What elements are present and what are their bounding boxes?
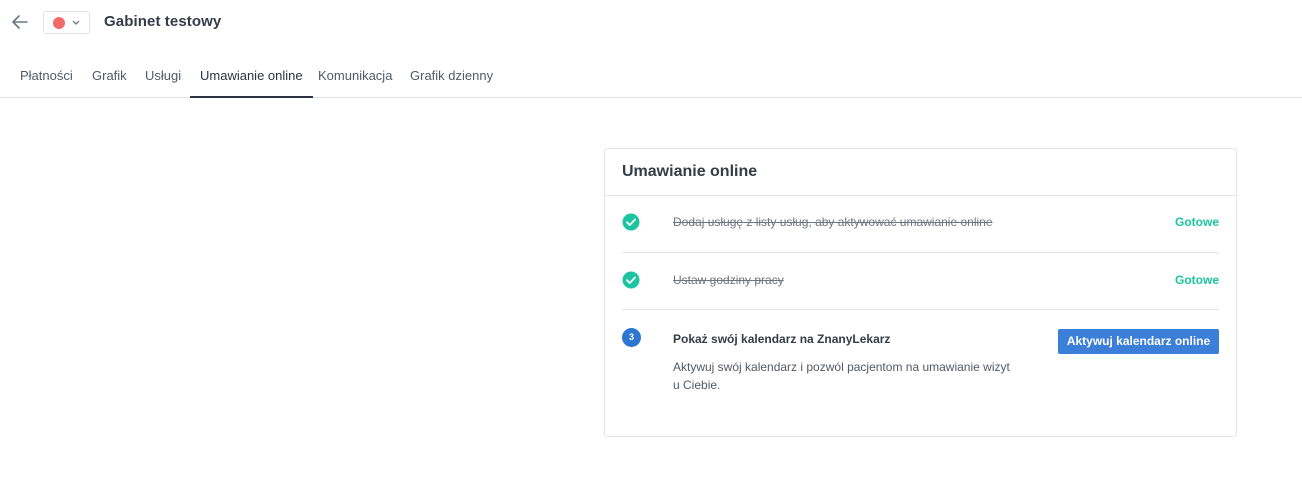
step-title: Pokaż swój kalendarz na ZnanyLekarz xyxy=(673,332,891,346)
check-circle-icon xyxy=(622,271,640,289)
page-header: Gabinet testowy xyxy=(0,0,1302,46)
tab-grafik[interactable]: Grafik xyxy=(92,58,127,97)
color-picker[interactable] xyxy=(43,11,90,34)
online-booking-card: Umawianie online Dodaj usługę z listy us… xyxy=(604,148,1237,437)
tab-umawianie-online[interactable]: Umawianie online xyxy=(190,58,313,98)
divider xyxy=(622,252,1219,253)
check-circle-icon xyxy=(622,213,640,231)
step-description: Aktywuj swój kalendarz i pozwól pacjento… xyxy=(673,360,1010,392)
step-text: Ustaw godziny pracy xyxy=(673,273,784,287)
activate-calendar-button[interactable]: Aktywuj kalendarz online xyxy=(1058,329,1219,354)
color-dot xyxy=(53,17,65,29)
chevron-down-icon xyxy=(72,20,80,25)
tab-bar: Płatności Grafik Usługi Umawianie online… xyxy=(0,58,1302,98)
back-button[interactable] xyxy=(10,12,30,32)
step-text: Dodaj usługę z listy usług, aby aktywowa… xyxy=(673,215,993,229)
status-done: Gotowe xyxy=(1175,215,1219,229)
divider xyxy=(622,309,1219,310)
tab-platnosci[interactable]: Płatności xyxy=(20,58,73,97)
card-header: Umawianie online xyxy=(605,149,1236,196)
card-title: Umawianie online xyxy=(622,163,758,180)
tab-grafik-dzienny[interactable]: Grafik dzienny xyxy=(410,58,493,97)
step-number-badge: 3 xyxy=(622,328,641,347)
arrow-left-icon xyxy=(12,15,28,29)
tab-uslugi[interactable]: Usługi xyxy=(145,58,181,97)
status-done: Gotowe xyxy=(1175,273,1219,287)
tab-komunikacja[interactable]: Komunikacja xyxy=(318,58,392,97)
page-title: Gabinet testowy xyxy=(104,13,222,30)
